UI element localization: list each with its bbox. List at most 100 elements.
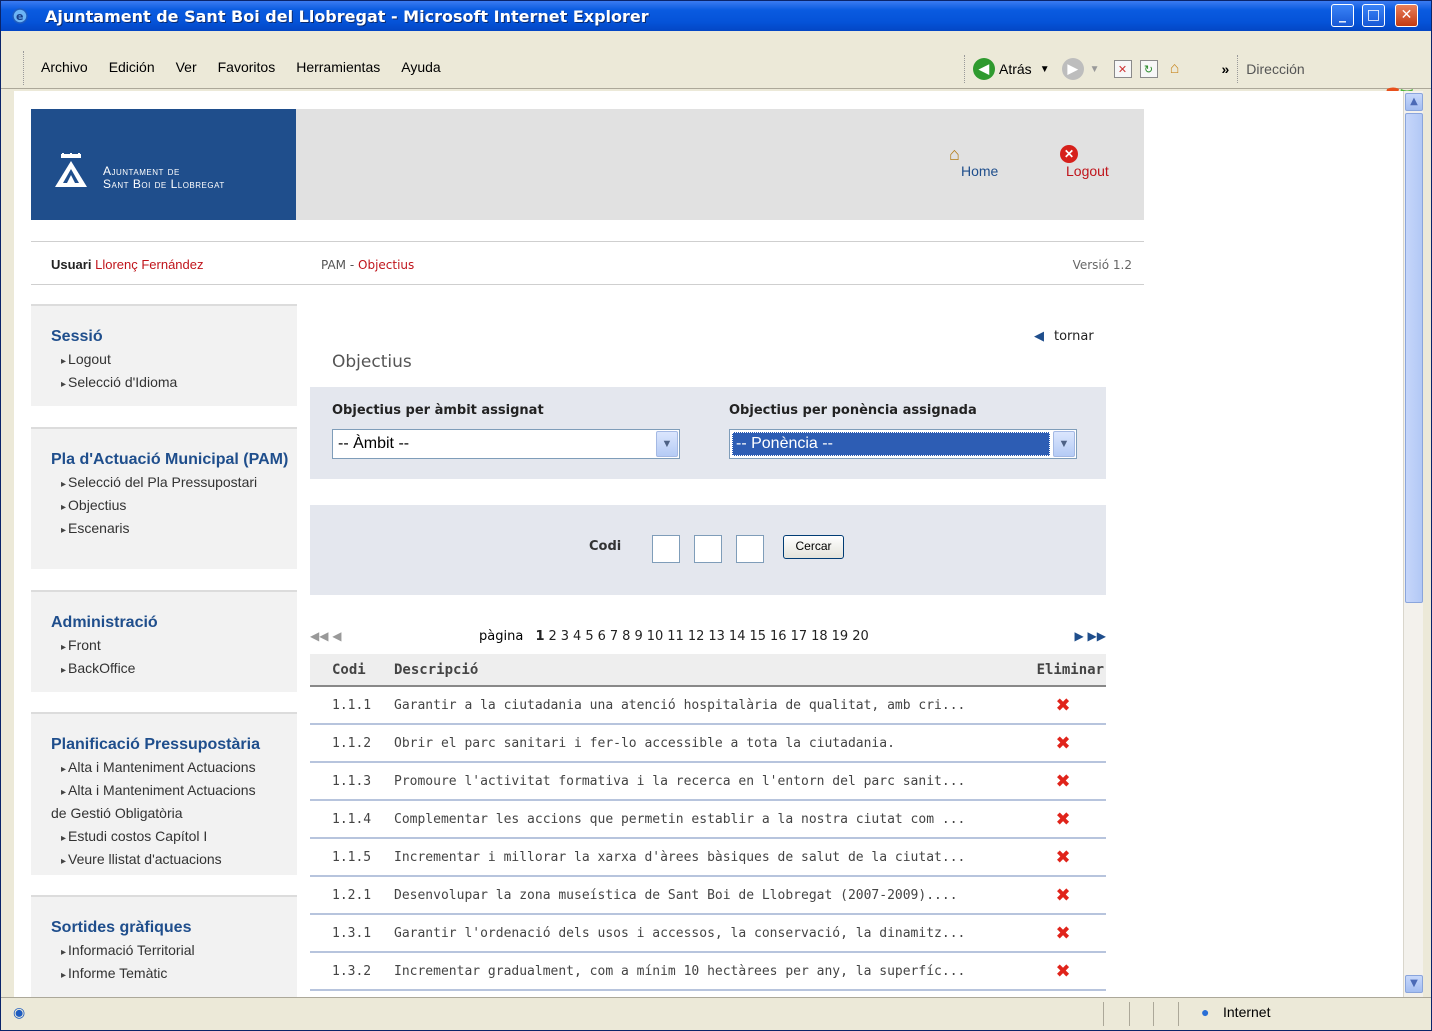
minimize-button[interactable]: _ <box>1331 4 1354 27</box>
sidebar-item-idioma[interactable]: Selecció d'Idioma <box>61 372 297 395</box>
page-link[interactable]: 9 <box>634 629 642 644</box>
sidebar-item-front[interactable]: Front <box>61 635 297 658</box>
toolbar-overflow-icon[interactable]: » <box>1222 61 1230 77</box>
back-dropdown-icon[interactable]: ▼ <box>1040 64 1050 75</box>
page-link[interactable]: 6 <box>598 629 606 644</box>
table-row[interactable]: 1.1.2 Obrir el parc sanitari i fer-lo acc… <box>310 724 1106 763</box>
sidebar-item-backoffice[interactable]: BackOffice <box>61 658 297 681</box>
page-link[interactable]: 11 <box>667 629 684 644</box>
chevron-down-icon[interactable]: ▼ <box>656 431 678 457</box>
row-descripcio[interactable]: Garantir l'ordenació dels usos i accesso… <box>374 914 1020 953</box>
sidebar-item-alta-actuacions-gestio[interactable]: Alta i Manteniment Actuacions <box>61 780 297 803</box>
delete-icon[interactable]: ✖ <box>1055 923 1070 944</box>
sidebar-item-llistat-actuacions[interactable]: Veure llistat d'actuacions <box>61 849 297 872</box>
row-descripcio[interactable]: Incrementar i millorar la xarxa d'àrees … <box>374 838 1020 877</box>
table-row[interactable]: 1.3.1 Garantir l'ordenació dels usos i ac… <box>310 914 1106 953</box>
scroll-up-icon[interactable]: ▲ <box>1405 93 1423 111</box>
sidebar-item-alta-actuacions[interactable]: Alta i Manteniment Actuacions <box>61 757 297 780</box>
breadcrumb-separator: - <box>346 258 358 272</box>
row-descripcio[interactable]: Promoure l'activitat formativa i la rece… <box>374 762 1020 801</box>
back-button-label[interactable]: Atrás <box>999 61 1032 77</box>
back-link[interactable]: ◀ tornar <box>1034 329 1094 344</box>
table-row[interactable]: 1.1.1 Garantir a la ciutadania una atenci… <box>310 686 1106 725</box>
search-button[interactable]: Cercar <box>783 535 844 559</box>
next-last-page-icon[interactable]: ▶ ▶▶ <box>1075 629 1107 643</box>
row-descripcio[interactable]: Complementar les accions que permetin es… <box>374 800 1020 839</box>
stop-icon[interactable]: ✕ <box>1113 60 1132 78</box>
row-descripcio[interactable]: Obrir el parc sanitari i fer-lo accessib… <box>374 724 1020 763</box>
menu-ver[interactable]: Ver <box>176 59 197 75</box>
table-row[interactable]: 1.3.2 Incrementar gradualment, com a míni… <box>310 952 1106 991</box>
page-link[interactable]: 13 <box>708 629 725 644</box>
sidebar-item-informe-tematic[interactable]: Informe Temàtic <box>61 963 297 986</box>
codi-input-2[interactable] <box>694 535 722 563</box>
forward-dropdown-icon[interactable]: ▼ <box>1090 64 1100 75</box>
sidebar-item-info-territorial[interactable]: Informació Territorial <box>61 940 297 963</box>
page-link[interactable]: 15 <box>749 629 766 644</box>
page-link[interactable]: 3 <box>561 629 569 644</box>
table-row[interactable]: 1.1.4 Complementar les accions que permet… <box>310 800 1106 839</box>
delete-icon[interactable]: ✖ <box>1055 695 1070 716</box>
page-link[interactable]: 12 <box>688 629 705 644</box>
page-link[interactable]: 7 <box>610 629 618 644</box>
menu-ayuda[interactable]: Ayuda <box>401 59 440 75</box>
back-arrow-icon[interactable]: ◀ <box>973 58 995 80</box>
codi-input-3[interactable] <box>736 535 764 563</box>
row-descripcio[interactable]: Incrementar gradualment, com a mínim 10 … <box>374 952 1020 991</box>
scroll-down-icon[interactable]: ▼ <box>1405 975 1423 993</box>
table-row[interactable]: 1.1.5 Incrementar i millorar la xarxa d'à… <box>310 838 1106 877</box>
close-icon: ✕ <box>1400 7 1413 23</box>
ponencia-select[interactable]: -- Ponència -- ▼ <box>729 429 1077 459</box>
row-descripcio[interactable]: Garantir a la ciutadania una atenció hos… <box>374 686 1020 725</box>
ambit-select[interactable]: -- Àmbit -- ▼ <box>332 429 680 459</box>
maximize-button[interactable]: □ <box>1362 4 1385 27</box>
delete-icon[interactable]: ✖ <box>1055 733 1070 754</box>
delete-icon[interactable]: ✖ <box>1055 961 1070 982</box>
delete-icon[interactable]: ✖ <box>1055 771 1070 792</box>
chevron-down-icon[interactable]: ▼ <box>1053 431 1075 457</box>
breadcrumb-root[interactable]: PAM <box>321 258 346 272</box>
sidebar-item-escenaris[interactable]: Escenaris <box>61 518 297 541</box>
home-toolbar-icon[interactable]: ⌂ <box>1166 60 1184 78</box>
page-link[interactable]: 20 <box>852 629 869 644</box>
sidebar-item-estudi-costos[interactable]: Estudi costos Capítol I <box>61 826 297 849</box>
page-link[interactable]: 1 <box>535 629 544 644</box>
menu-favoritos[interactable]: Favoritos <box>218 59 276 75</box>
delete-icon[interactable]: ✖ <box>1055 809 1070 830</box>
page-link[interactable]: 5 <box>585 629 593 644</box>
page-link[interactable]: 14 <box>729 629 746 644</box>
scroll-thumb[interactable] <box>1405 113 1423 603</box>
page-link[interactable]: 17 <box>791 629 808 644</box>
menu-herramientas[interactable]: Herramientas <box>296 59 380 75</box>
site-logo[interactable]: Ajuntament de Sant Boi de Llobregat <box>31 109 296 220</box>
col-descripcio[interactable]: Descripció <box>374 654 1020 687</box>
col-codi[interactable]: Codi <box>310 654 374 687</box>
logout-link[interactable]: ✕ Logout <box>1060 145 1109 179</box>
page-link[interactable]: 19 <box>832 629 849 644</box>
menu-archivo[interactable]: Archivo <box>41 59 88 75</box>
page-link[interactable]: 10 <box>647 629 664 644</box>
delete-icon[interactable]: ✖ <box>1055 847 1070 868</box>
page-link[interactable]: 4 <box>573 629 581 644</box>
breadcrumb: PAM - Objectius <box>321 258 414 272</box>
menu-edicion[interactable]: Edición <box>109 59 155 75</box>
table-row[interactable]: 1.2.1 Desenvolupar la zona museística de … <box>310 876 1106 915</box>
sidebar-item-objectius[interactable]: Objectius <box>61 495 297 518</box>
codi-input-1[interactable] <box>652 535 680 563</box>
page-link[interactable]: 16 <box>770 629 787 644</box>
first-prev-page-icon[interactable]: ◀◀ ◀ <box>310 629 342 643</box>
vertical-scrollbar[interactable]: ▲ ▼ <box>1403 91 1423 997</box>
page-link[interactable]: 2 <box>548 629 556 644</box>
forward-arrow-icon[interactable]: ▶ <box>1061 58 1084 80</box>
delete-icon[interactable]: ✖ <box>1055 885 1070 906</box>
page-link[interactable]: 8 <box>622 629 630 644</box>
close-button[interactable]: ✕ <box>1395 4 1418 27</box>
row-descripcio[interactable]: Desenvolupar la zona museística de Sant … <box>374 876 1020 915</box>
sidebar-item-pla-pressupostari[interactable]: Selecció del Pla Pressupostari <box>61 472 297 495</box>
sidebar-item-alta-actuacions-gestio-cont[interactable]: de Gestió Obligatòria <box>51 803 297 826</box>
table-row[interactable]: 1.1.3 Promoure l'activitat formativa i la… <box>310 762 1106 801</box>
page-link[interactable]: 18 <box>811 629 828 644</box>
sidebar-item-logout[interactable]: Logout <box>61 349 297 372</box>
home-link[interactable]: ⌂ Home <box>949 145 998 179</box>
refresh-icon[interactable]: ↻ <box>1139 60 1158 78</box>
